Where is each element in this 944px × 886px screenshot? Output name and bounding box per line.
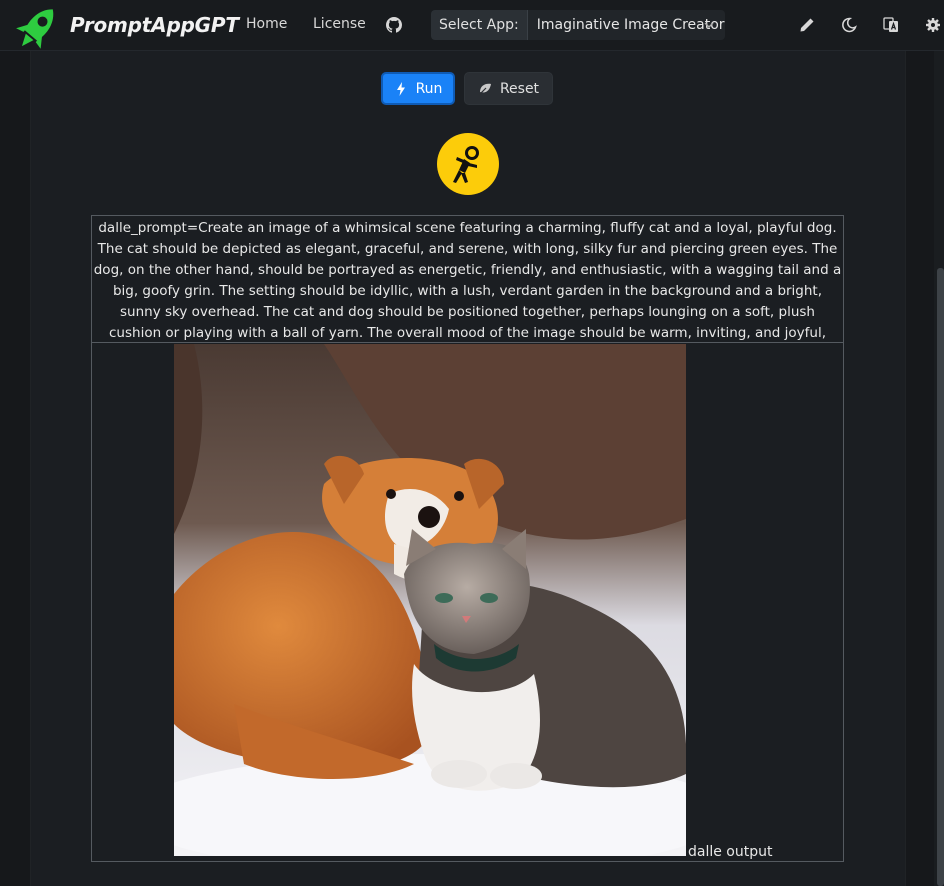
dalle-prompt-text: dalle_prompt=Create an image of a whimsi… (92, 216, 843, 362)
lightning-icon (396, 81, 405, 96)
app-select[interactable]: Select App: Imaginative Image Creator (431, 10, 725, 40)
chevron-down-icon (704, 22, 714, 29)
generated-image (174, 344, 686, 856)
app-select-dropdown[interactable]: Imaginative Image Creator (527, 10, 725, 40)
moon-icon[interactable] (841, 17, 857, 33)
github-icon[interactable] (386, 17, 402, 33)
pencil-icon[interactable] (799, 17, 815, 33)
rocket-logo-icon[interactable] (8, 0, 68, 54)
scrollbar-thumb[interactable] (937, 268, 944, 886)
nav-license-link[interactable]: License (313, 16, 366, 32)
image-caption: dalle output (688, 844, 773, 860)
eraser-icon (478, 83, 491, 95)
astronaut-avatar-icon (437, 133, 499, 195)
selected-app-value: Imaginative Image Creator (536, 17, 725, 33)
run-label: Run (415, 80, 443, 97)
output-panel: dalle_prompt=Create an image of a whimsi… (91, 215, 844, 862)
reset-label: Reset (499, 80, 540, 97)
brand-name[interactable]: PromptAppGPT (70, 13, 239, 37)
nav-home-link[interactable]: Home (246, 16, 287, 32)
navbar: PromptAppGPT Home License Select App: Im… (0, 0, 944, 51)
translate-icon[interactable] (883, 17, 899, 33)
run-button[interactable]: Run (381, 72, 455, 105)
gear-icon[interactable] (925, 17, 941, 33)
reset-button[interactable]: Reset (464, 72, 553, 105)
left-gutter (0, 51, 31, 886)
select-app-label: Select App: (431, 10, 528, 40)
